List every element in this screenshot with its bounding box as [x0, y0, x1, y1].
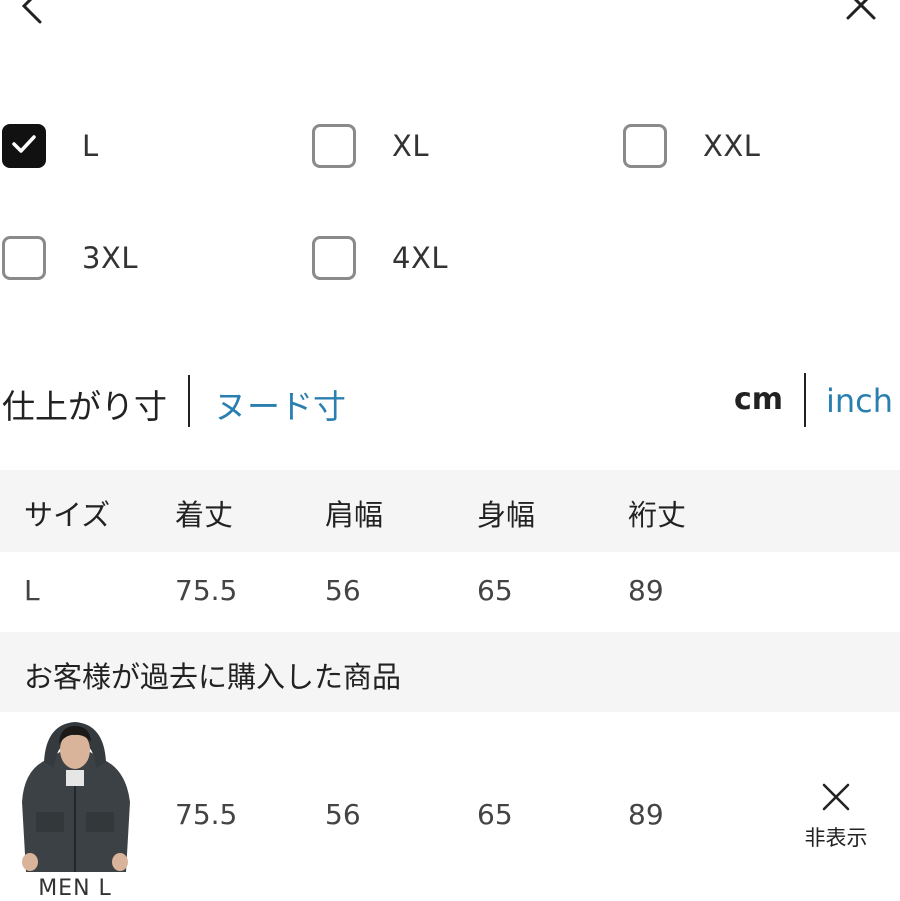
size-checkbox-xl[interactable]: [312, 124, 356, 168]
size-label: 3XL: [82, 241, 138, 275]
divider: [188, 375, 190, 427]
column-header: サイズ: [24, 498, 111, 532]
table-row: L 75.5 56 65 89: [0, 552, 900, 632]
size-option-l[interactable]: L: [2, 120, 99, 172]
nude-size-tab[interactable]: ヌード寸: [214, 380, 346, 428]
size-option-3xl[interactable]: 3XL: [2, 232, 138, 284]
finished-size-tab[interactable]: 仕上がり寸: [2, 380, 167, 428]
back-button[interactable]: [14, 0, 54, 26]
table-cell: 89: [628, 798, 664, 831]
table-cell: 89: [628, 574, 664, 607]
table-cell: 75.5: [175, 574, 238, 607]
column-header: 肩幅: [325, 498, 384, 532]
size-label: 4XL: [392, 241, 448, 275]
size-label: L: [82, 129, 99, 163]
close-button[interactable]: [842, 0, 880, 24]
close-icon: [819, 780, 853, 818]
size-checkbox-xxl[interactable]: [623, 124, 667, 168]
size-checkbox-l[interactable]: [2, 124, 46, 168]
column-header: 身幅: [477, 498, 536, 532]
hide-label: 非表示: [804, 826, 868, 850]
table-header-row: サイズ 着丈 肩幅 身幅 裄丈: [0, 470, 900, 552]
purchased-section-header: お客様が過去に購入した商品: [0, 632, 900, 712]
unit-cm-tab[interactable]: cm: [734, 382, 783, 417]
column-header: 裄丈: [628, 498, 687, 532]
close-icon: [842, 0, 880, 24]
size-label: XXL: [703, 129, 761, 163]
size-option-xl[interactable]: XL: [312, 120, 429, 172]
hide-button[interactable]: 非表示: [790, 780, 882, 852]
table-cell: 65: [477, 798, 513, 831]
product-size-label: MEN L: [38, 876, 112, 901]
size-label: XL: [392, 129, 430, 163]
table-cell: 65: [477, 574, 513, 607]
purchased-item-row: 75.5 56 65 89: [0, 712, 900, 900]
chevron-left-icon: [14, 0, 54, 26]
table-cell: L: [24, 574, 40, 607]
table-cell: 75.5: [175, 798, 238, 831]
size-option-xxl[interactable]: XXL: [623, 120, 760, 172]
table-cell: 56: [325, 798, 361, 831]
product-thumbnail: [16, 712, 134, 872]
unit-inch-tab[interactable]: inch: [826, 382, 893, 420]
size-checkbox-4xl[interactable]: [312, 236, 356, 280]
column-header: 着丈: [175, 498, 234, 532]
size-checkbox-3xl[interactable]: [2, 236, 46, 280]
size-option-4xl[interactable]: 4XL: [312, 232, 448, 284]
table-cell: 56: [325, 574, 361, 607]
divider: [804, 373, 806, 427]
purchased-title: お客様が過去に購入した商品: [24, 660, 402, 694]
checkmark-icon: [11, 133, 37, 159]
